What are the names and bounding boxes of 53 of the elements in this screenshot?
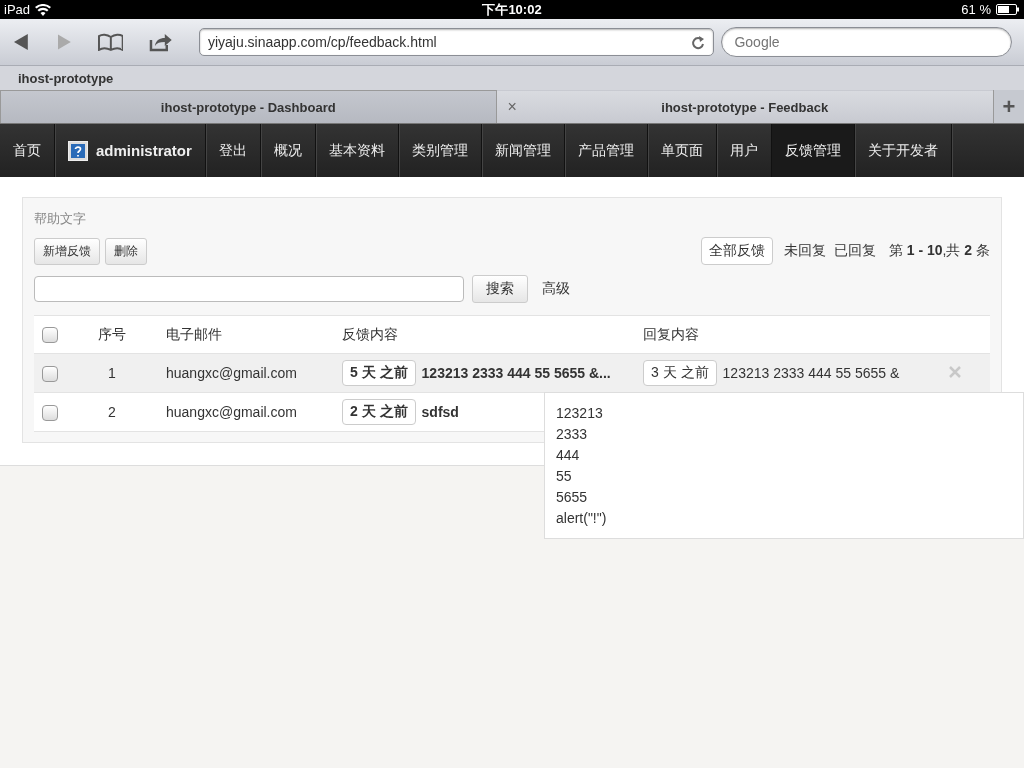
time-label: 3 天 之前 — [643, 360, 717, 386]
forward-icon[interactable] — [55, 33, 72, 51]
pagination-text: 第 1 - 10,共 2 条 — [888, 242, 990, 260]
bookmark-link[interactable]: ihost-prototype — [18, 70, 114, 86]
search-field[interactable]: Google — [721, 27, 1012, 57]
column-header: 回复内容 — [643, 325, 699, 344]
popover-line: 55 — [556, 467, 573, 486]
nav-link[interactable]: 反馈管理 — [771, 124, 855, 177]
help-icon — [68, 140, 88, 161]
device-name: iPad — [4, 2, 31, 17]
url-field[interactable]: yiyaju.sinaapp.com/cp/feedback.html — [198, 28, 715, 56]
back-icon[interactable] — [12, 33, 30, 51]
delete-icon[interactable] — [949, 366, 961, 378]
popover-line: 123213 — [556, 404, 604, 423]
table-cell: huangxc@gmail.com — [166, 404, 297, 420]
search-button[interactable]: 搜索 — [472, 275, 528, 303]
action-button[interactable]: 新增反馈 — [34, 237, 100, 265]
battery-icon — [996, 4, 1020, 15]
browser-tab[interactable]: × ihost-prototype - Feedback — [496, 90, 993, 123]
help-text: 帮助文字 — [34, 210, 87, 228]
browser-tab[interactable]: ihost-prototype - Dashboard — [0, 90, 497, 123]
column-header: 序号 — [98, 325, 126, 342]
search-input[interactable] — [34, 276, 464, 302]
column-header: 电子邮件 — [166, 325, 222, 342]
feedback-text: 123213 2333 444 55 5655 &... — [421, 365, 611, 381]
book-icon[interactable] — [97, 33, 124, 51]
time-label: 5 天 之前 — [342, 360, 416, 386]
wifi-icon — [35, 3, 52, 16]
table-cell: 2 — [108, 404, 116, 420]
share-icon[interactable] — [149, 32, 173, 52]
popover-line: 5655 — [556, 488, 589, 507]
reload-icon[interactable] — [691, 34, 706, 50]
advanced-link[interactable]: 高级 — [542, 280, 570, 298]
table-cell: huangxc@gmail.com — [166, 365, 297, 381]
checkbox[interactable] — [42, 365, 58, 382]
feedback-text: sdfsd — [421, 404, 459, 420]
popover-line: alert("!") — [556, 509, 608, 528]
battery-percent: 61 % — [961, 2, 991, 17]
action-button[interactable]: 删除 — [105, 237, 147, 265]
checkbox[interactable] — [42, 404, 58, 421]
reply-text: 123213 2333 444 55 5655 & — [722, 365, 900, 381]
new-tab-button[interactable]: + — [993, 90, 1024, 123]
filter-link[interactable]: 全部反馈 — [700, 237, 773, 265]
filter-link[interactable]: 未回复 — [782, 237, 827, 265]
checkbox[interactable] — [42, 327, 58, 344]
popover-line: 2333 — [556, 425, 589, 444]
popover-line: 444 — [556, 446, 581, 465]
clock-time: 下午10:02 — [482, 0, 542, 19]
close-tab-button[interactable]: × — [507, 98, 517, 116]
column-header: 反馈内容 — [342, 325, 398, 344]
table-cell: 1 — [108, 365, 116, 381]
time-label: 2 天 之前 — [342, 399, 416, 425]
filter-link[interactable]: 已回复 — [832, 237, 877, 265]
